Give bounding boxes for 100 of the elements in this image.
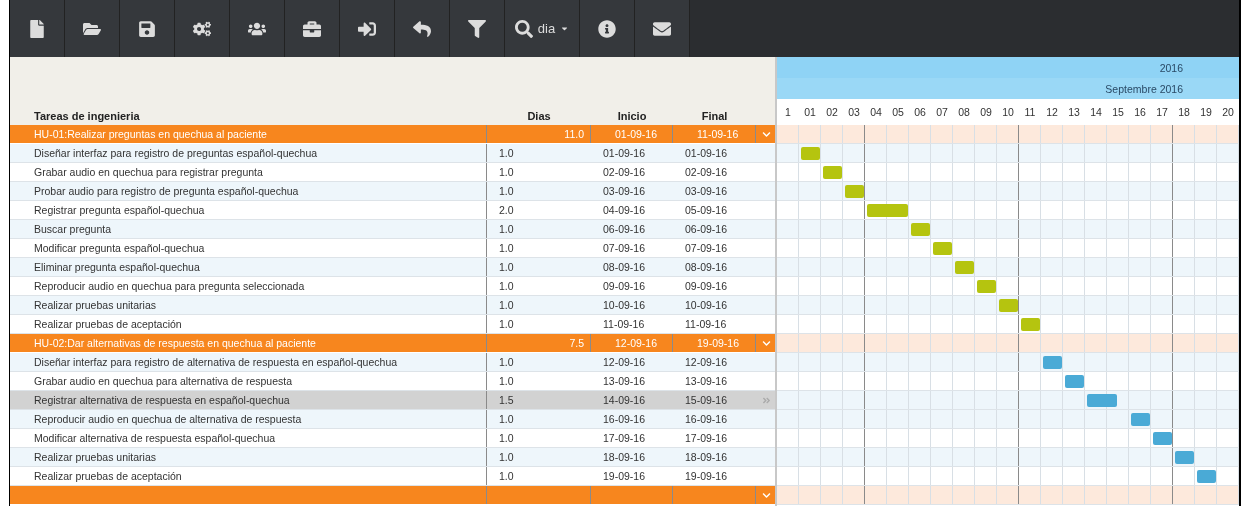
task-bar[interactable] — [867, 204, 908, 217]
task-days: 1.0 — [487, 356, 591, 368]
group-start: 12-09-16 — [591, 334, 673, 352]
task-start: 14-09-16 — [602, 394, 647, 406]
task-bar[interactable] — [999, 299, 1018, 312]
task-days: 2.0 — [487, 204, 591, 216]
task-bar[interactable] — [1175, 451, 1194, 464]
task-end: 09-09-16 — [684, 280, 729, 292]
task-row[interactable]: Reproducir audio en quechua de alternativa de respuesta 1.0 16-09-16 16-09-16 — [10, 410, 775, 429]
task-bar[interactable] — [933, 242, 952, 255]
day-label: 13 — [1067, 106, 1081, 118]
task-row[interactable]: Grabar audio en quechua para registrar pregunta 1.0 02-09-16 02-09-16 — [10, 163, 775, 182]
day-label: 14 — [1089, 106, 1103, 118]
day-label: 08 — [957, 106, 971, 118]
task-end: 15-09-16 — [684, 394, 729, 406]
task-row[interactable]: Realizar pruebas de aceptación 1.0 11-09-16 11-09-16 — [10, 315, 775, 334]
group-days: 7.5 — [487, 334, 591, 352]
task-row[interactable]: Diseñar interfaz para registro de alternativa de respuesta en español-quechua 1.0 12-09-16 12-09-16 — [10, 353, 775, 372]
day-label: 07 — [935, 106, 949, 118]
task-end: 16-09-16 — [684, 413, 729, 425]
task-name: Eliminar pregunta español-quechua — [10, 258, 487, 276]
task-bar[interactable] — [955, 261, 974, 274]
task-row[interactable]: Realizar pruebas unitarias 1.0 10-09-16 10-09-16 — [10, 296, 775, 315]
task-row[interactable]: Modificar pregunta español-quechua 1.0 07-09-16 07-09-16 — [10, 239, 775, 258]
task-bar[interactable] — [1021, 318, 1040, 331]
task-days: 1.0 — [487, 451, 591, 463]
task-row[interactable]: Probar audio para registro de pregunta español-quechua 1.0 03-09-16 03-09-16 — [10, 182, 775, 201]
task-name: Realizar pruebas de aceptación — [10, 315, 487, 333]
day-label: 11 — [1023, 106, 1037, 118]
task-name: Modificar pregunta español-quechua — [10, 239, 487, 257]
day-label: 1 — [784, 106, 792, 118]
task-days: 1.0 — [487, 280, 591, 292]
task-end: 01-09-16 — [684, 147, 729, 159]
day-label: 04 — [869, 106, 883, 118]
task-start: 10-09-16 — [602, 299, 647, 311]
task-days: 1.0 — [487, 185, 591, 197]
caret-icon — [560, 24, 570, 33]
task-start: 12-09-16 — [602, 356, 647, 368]
save-icon — [138, 19, 156, 38]
task-bar[interactable] — [1197, 470, 1216, 483]
task-start: 16-09-16 — [602, 413, 647, 425]
task-days: 1.0 — [487, 413, 591, 425]
task-row[interactable]: Eliminar pregunta español-quechua 1.0 08-09-16 08-09-16 — [10, 258, 775, 277]
task-end: 11-09-16 — [684, 318, 728, 330]
task-row[interactable]: Grabar audio en quechua para alternativa de respuesta 1.0 13-09-16 13-09-16 — [10, 372, 775, 391]
task-bar[interactable] — [911, 223, 930, 236]
task-row[interactable]: Modificar alternativa de respuesta español-quechua 1.0 17-09-16 17-09-16 — [10, 429, 775, 448]
day-label: 20 — [1221, 106, 1235, 118]
task-name: Modificar alternativa de respuesta español-quechua — [10, 429, 487, 447]
task-bar[interactable] — [1131, 413, 1150, 426]
task-bar[interactable] — [1087, 394, 1117, 407]
chevron-down-icon — [762, 129, 771, 139]
day-label: 02 — [825, 106, 839, 118]
task-end: 02-09-16 — [684, 166, 729, 178]
day-label: 09 — [979, 106, 993, 118]
door-icon — [358, 19, 376, 38]
task-end: 06-09-16 — [684, 223, 729, 235]
task-name: Realizar pruebas unitarias — [10, 296, 487, 314]
task-row[interactable]: Reproducir audio en quechua para pregunta seleccionada 1.0 09-09-16 09-09-16 — [10, 277, 775, 296]
task-name: Diseñar interfaz para registro de preguntas español-quechua — [10, 144, 487, 162]
group-end: 19-09-16 — [673, 334, 756, 352]
task-start: 17-09-16 — [602, 432, 647, 444]
task-name: Registrar alternativa de respuesta en español-quechua — [10, 391, 487, 409]
task-end: 10-09-16 — [684, 299, 729, 311]
task-row[interactable]: Diseñar interfaz para registro de preguntas español-quechua 1.0 01-09-16 01-09-16 — [10, 144, 775, 163]
task-days: 1.0 — [487, 147, 591, 159]
task-bar[interactable] — [845, 185, 864, 198]
group-start: 01-09-16 — [591, 125, 673, 143]
task-start: 11-09-16 — [602, 318, 646, 330]
task-start: 07-09-16 — [602, 242, 647, 254]
day-label: 12 — [1045, 106, 1059, 118]
task-bar[interactable] — [1153, 432, 1172, 445]
task-end: 05-09-16 — [684, 204, 729, 216]
task-bar[interactable] — [823, 166, 842, 179]
task-days: 1.0 — [487, 470, 591, 482]
group-name: HU-02:Dar alternativas de respuesta en quechua al paciente — [10, 334, 487, 352]
task-row[interactable]: Buscar pregunta 1.0 06-09-16 06-09-16 — [10, 220, 775, 239]
task-end: 07-09-16 — [684, 242, 729, 254]
task-bar[interactable] — [1043, 356, 1062, 369]
task-bar[interactable] — [977, 280, 996, 293]
task-name: Reproducir audio en quechua para pregunta seleccionada — [10, 277, 487, 295]
task-days: 1.0 — [487, 318, 591, 330]
task-bar[interactable] — [801, 147, 820, 160]
column-header: Dias — [526, 110, 552, 122]
task-name: Diseñar interfaz para registro de alternativa de respuesta en español-quechua — [10, 353, 487, 371]
task-bar[interactable] — [1065, 375, 1084, 388]
search-icon — [514, 19, 533, 38]
task-start: 02-09-16 — [602, 166, 647, 178]
day-label: 03 — [847, 106, 861, 118]
task-row[interactable]: Registrar alternativa de respuesta en español-quechua 1.5 14-09-16 15-09-16 — [10, 391, 775, 410]
task-row[interactable]: Realizar pruebas unitarias 1.0 18-09-16 18-09-16 — [10, 448, 775, 467]
settings-icon — [193, 19, 211, 38]
task-row[interactable]: Registrar pregunta español-quechua 2.0 04-09-16 05-09-16 — [10, 201, 775, 220]
task-days: 1.0 — [487, 375, 591, 387]
task-name: Realizar pruebas unitarias — [10, 448, 487, 466]
task-row[interactable]: Realizar pruebas de aceptación 1.0 19-09-16 19-09-16 — [10, 467, 775, 486]
task-start: 13-09-16 — [602, 375, 647, 387]
column-header: Inicio — [616, 110, 648, 122]
task-name: Reproducir audio en quechua de alternativa de respuesta — [10, 410, 487, 428]
month-label: Septembre 2016 — [1105, 82, 1183, 95]
